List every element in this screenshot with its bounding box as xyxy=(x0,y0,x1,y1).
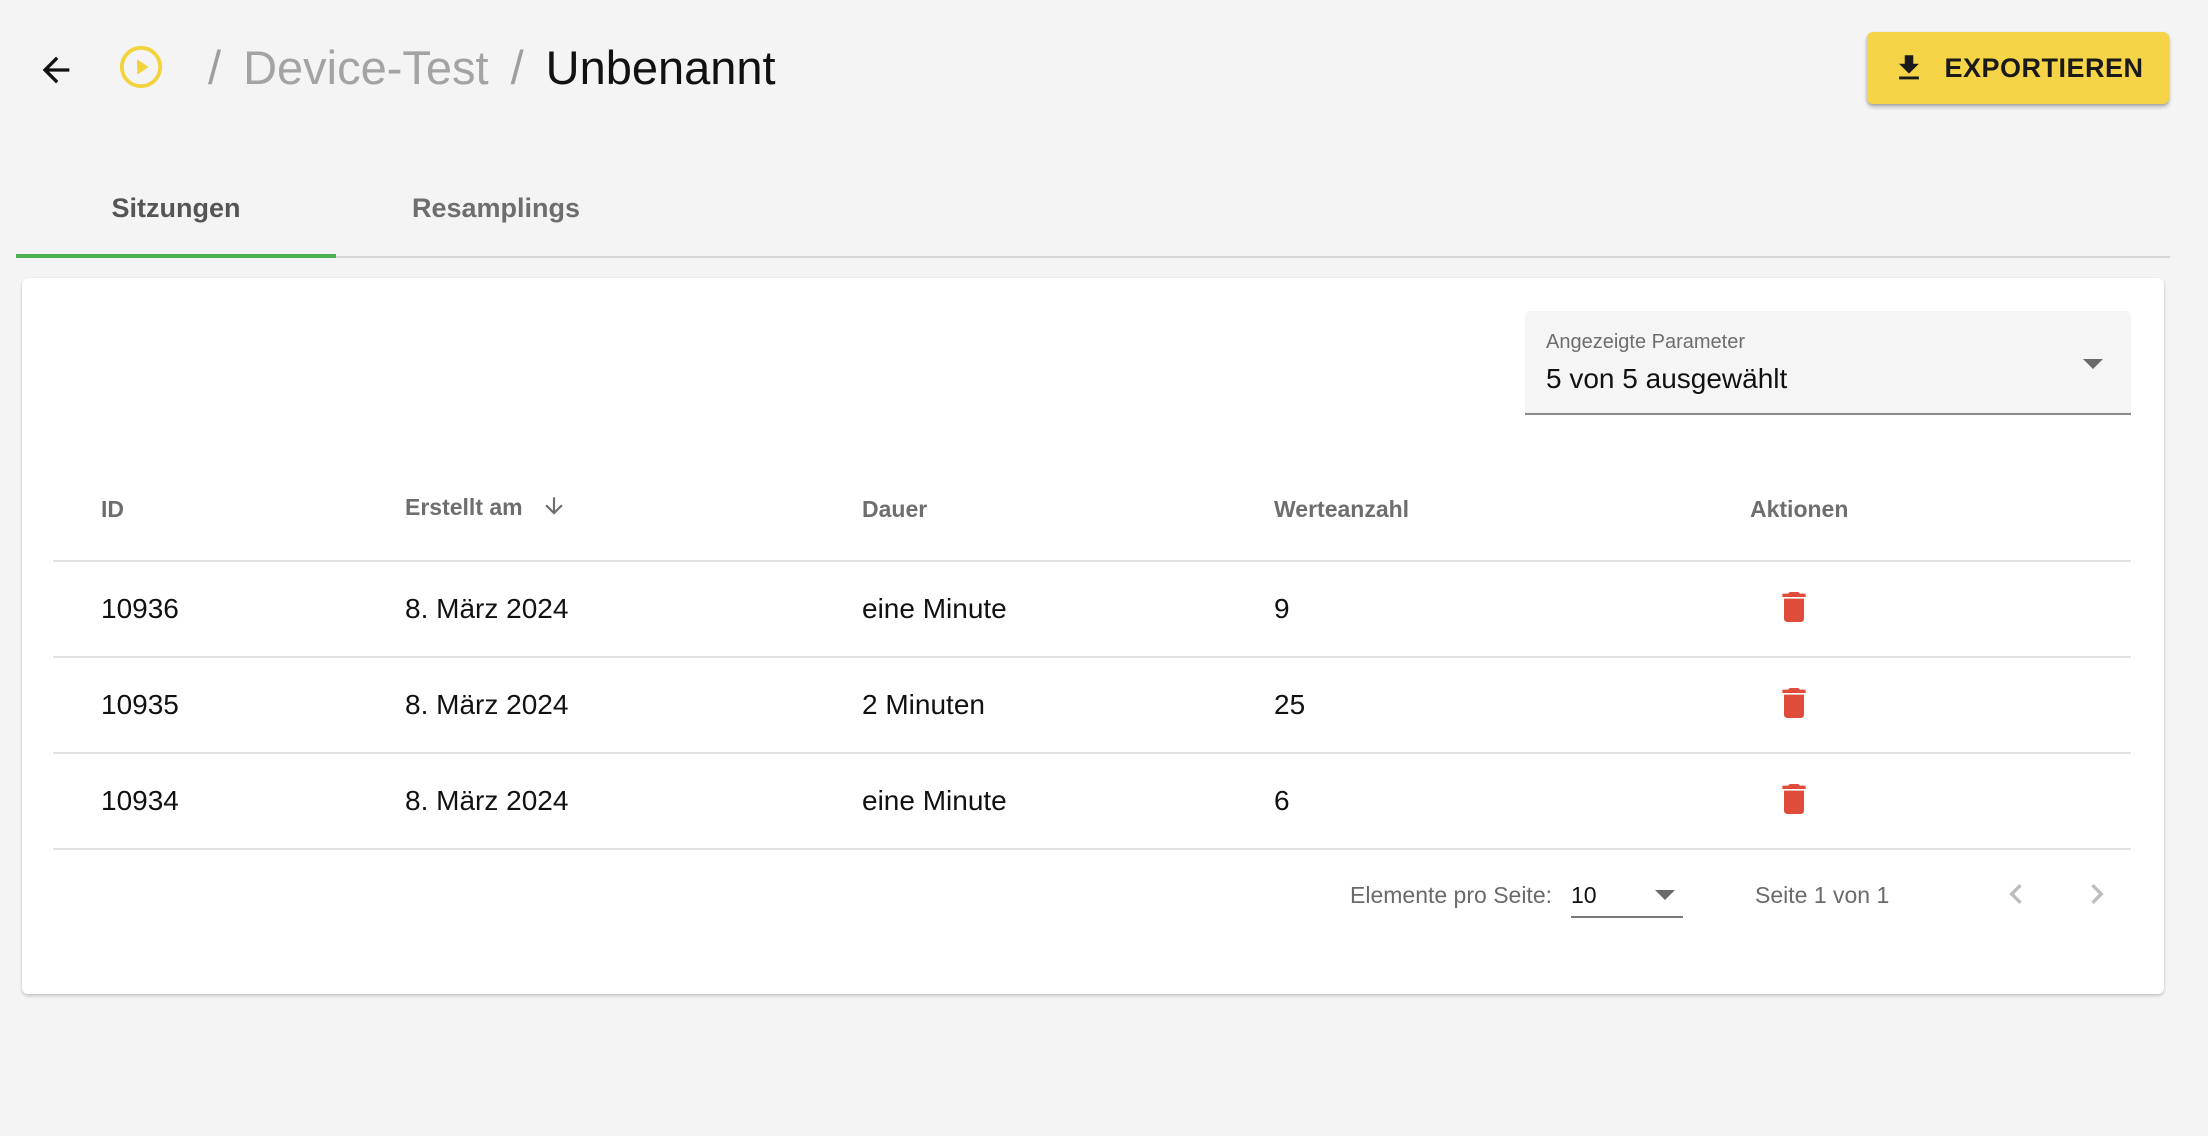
cell-created: 8. März 2024 xyxy=(357,561,814,658)
download-icon xyxy=(1899,55,1920,80)
cell-duration: eine Minute xyxy=(814,561,1226,658)
arrow-left-icon xyxy=(42,56,70,84)
page-title: Unbenannt xyxy=(545,40,776,94)
cell-count: 9 xyxy=(1226,561,1702,658)
trash-icon xyxy=(1782,783,1806,814)
table-row: 10935 8. März 2024 2 Minuten 25 xyxy=(53,657,2131,754)
pagination: Elemente pro Seite: 10 Seite 1 von 1 xyxy=(22,868,2164,928)
items-per-page-value: 10 xyxy=(1571,882,1597,908)
trash-icon xyxy=(1782,591,1806,622)
tab-bar: Sitzungen Resamplings xyxy=(16,160,2170,258)
table-row: 10934 8. März 2024 eine Minute 6 xyxy=(53,753,2131,850)
column-header-actions: Aktionen xyxy=(1702,458,2131,562)
breadcrumb: / Device-Test / Unbenannt xyxy=(118,32,776,102)
table-header-row: ID Erstellt am Dauer Werteanzahl Aktione… xyxy=(53,458,2131,562)
breadcrumb-separator: / xyxy=(510,40,524,94)
sessions-card: Angezeigte Parameter 5 von 5 ausgewählt … xyxy=(22,278,2164,994)
cell-count: 6 xyxy=(1226,753,1702,850)
parameter-select[interactable]: Angezeigte Parameter 5 von 5 ausgewählt xyxy=(1525,311,2131,415)
export-button-label: EXPORTIEREN xyxy=(1944,52,2144,83)
cell-duration: 2 Minuten xyxy=(814,657,1226,754)
tab-resamplings[interactable]: Resamplings xyxy=(336,160,656,256)
cell-duration: eine Minute xyxy=(814,753,1226,850)
column-header-duration: Dauer xyxy=(814,458,1226,562)
cell-created: 8. März 2024 xyxy=(357,657,814,754)
column-header-created-label: Erstellt am xyxy=(405,494,523,521)
chevron-right-icon xyxy=(2091,884,2104,904)
previous-page-button[interactable] xyxy=(1992,870,2040,918)
sort-arrow-down-icon[interactable] xyxy=(541,493,567,525)
column-header-created[interactable]: Erstellt am xyxy=(357,458,814,562)
cell-id: 10934 xyxy=(53,753,357,850)
cell-actions xyxy=(1702,753,2131,850)
next-page-button[interactable] xyxy=(2073,870,2121,918)
cell-actions xyxy=(1702,561,2131,658)
chevron-left-icon xyxy=(2009,884,2022,904)
delete-button[interactable] xyxy=(1770,583,1818,631)
column-header-count: Werteanzahl xyxy=(1226,458,1702,562)
cell-count: 25 xyxy=(1226,657,1702,754)
tab-sitzungen[interactable]: Sitzungen xyxy=(16,160,336,258)
breadcrumb-parent-link[interactable]: Device-Test xyxy=(243,40,489,95)
parameter-select-label: Angezeigte Parameter xyxy=(1546,331,1746,353)
page-info: Seite 1 von 1 xyxy=(1755,882,1890,908)
dropdown-arrow-icon xyxy=(1655,890,1675,900)
delete-button[interactable] xyxy=(1770,775,1818,823)
items-per-page-label: Elemente pro Seite: xyxy=(1350,882,1553,908)
cell-actions xyxy=(1702,657,2131,754)
items-per-page-select[interactable]: 10 xyxy=(1571,872,1683,918)
cell-id: 10936 xyxy=(53,561,357,658)
back-button[interactable] xyxy=(28,42,84,98)
page-header: / Device-Test / Unbenannt EXPORTIEREN xyxy=(0,0,2208,135)
sessions-table: ID Erstellt am Dauer Werteanzahl Aktione… xyxy=(53,458,2131,850)
table-row: 10936 8. März 2024 eine Minute 9 xyxy=(53,561,2131,658)
trash-icon xyxy=(1782,687,1806,718)
parameter-select-value: 5 von 5 ausgewählt xyxy=(1546,363,1788,394)
dropdown-arrow-icon xyxy=(2083,359,2103,369)
play-circle-icon xyxy=(118,44,164,90)
column-header-id: ID xyxy=(53,458,357,562)
breadcrumb-separator: / xyxy=(208,40,222,94)
delete-button[interactable] xyxy=(1770,679,1818,727)
export-button[interactable]: EXPORTIEREN xyxy=(1867,32,2169,104)
cell-created: 8. März 2024 xyxy=(357,753,814,850)
cell-id: 10935 xyxy=(53,657,357,754)
